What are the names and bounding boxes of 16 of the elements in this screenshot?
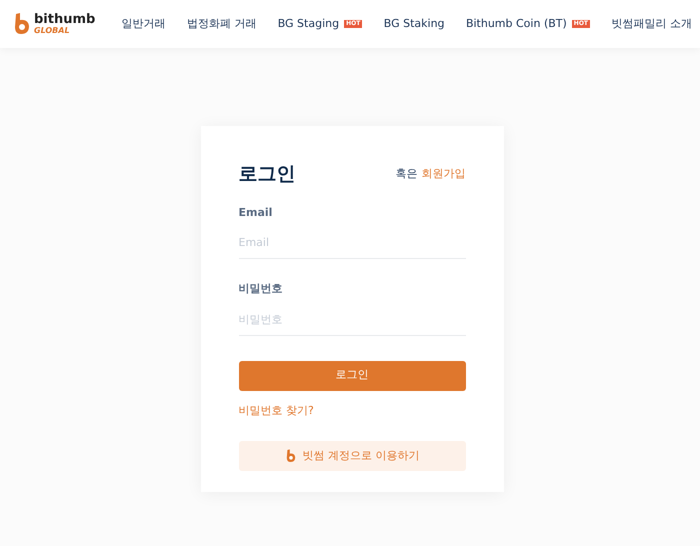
logo-tagline: GLOBAL [34,27,71,35]
input-field[interactable]: 비밀번호 [238,304,466,336]
logo-icon [284,448,296,464]
login-title: 로그인 [238,162,296,187]
nav-link[interactable]: BG Staking [384,16,445,32]
logo-icon [12,12,32,36]
input-field[interactable]: Email [238,227,466,259]
logo-wordmark: bithumb [34,13,96,26]
nav-link[interactable]: BG Staging [278,16,340,32]
nav-link[interactable]: 빗썸패밀리 소개 [611,16,692,32]
nav-link[interactable]: 법정화폐 거래 [186,16,256,32]
nav-link[interactable]: Bithumb Coin (BT) [466,16,567,32]
signup-prefix: 혹은 [396,166,418,182]
field-label: 비밀번호 [238,281,284,297]
field-label: Email [238,204,274,220]
nav-link[interactable]: 일반거래 [121,16,166,32]
